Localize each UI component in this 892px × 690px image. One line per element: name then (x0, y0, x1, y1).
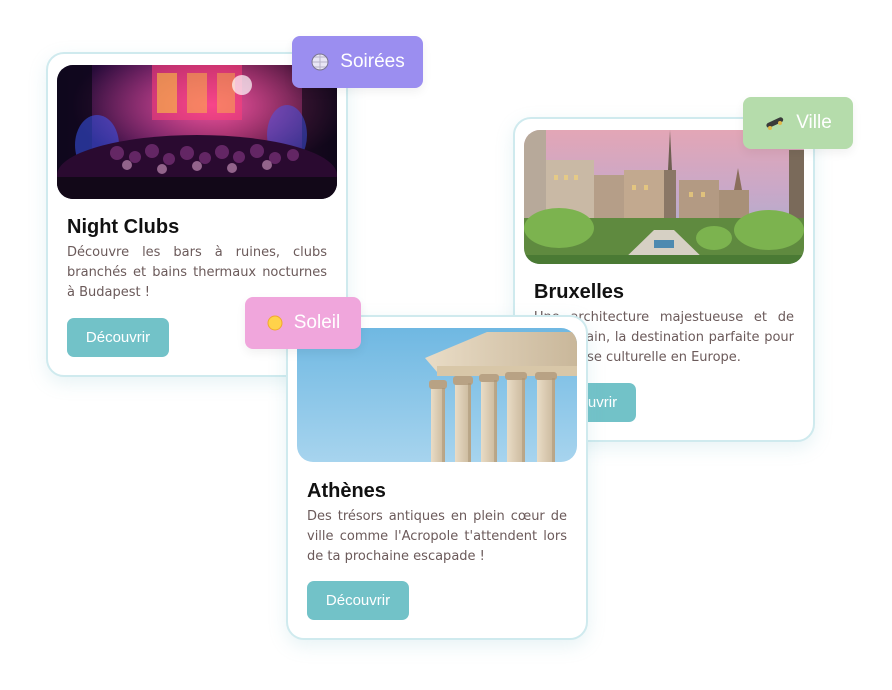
tag-label: Soleil (293, 312, 341, 333)
card-title: Bruxelles (534, 281, 625, 303)
tag-ville[interactable]: Ville (743, 97, 853, 149)
brussels-photo (524, 130, 804, 264)
tag-soirees[interactable]: Soirées (292, 36, 423, 88)
skateboard-icon (764, 113, 786, 133)
bruxelles-image (524, 130, 804, 264)
tag-label: Ville (796, 112, 832, 133)
card-description: Découvre les bars à ruines, clubs branch… (67, 245, 327, 300)
disco-ball-icon (310, 52, 330, 72)
card-description: Des trésors antiques en plein cœur de vi… (307, 509, 567, 564)
sun-icon (266, 314, 284, 332)
tag-label: Soirées (340, 51, 405, 72)
decouvrir-button-night-clubs[interactable]: Découvrir (67, 318, 169, 357)
stage: Night Clubs Découvre les bars à ruines, … (0, 0, 892, 690)
card-athenes: Athènes Des trésors antiques en plein cœ… (286, 315, 588, 640)
tag-soleil[interactable]: Soleil (245, 297, 361, 349)
card-title: Night Clubs (67, 216, 180, 238)
card-title: Athènes (307, 480, 386, 502)
decouvrir-button-athenes[interactable]: Découvrir (307, 581, 409, 620)
